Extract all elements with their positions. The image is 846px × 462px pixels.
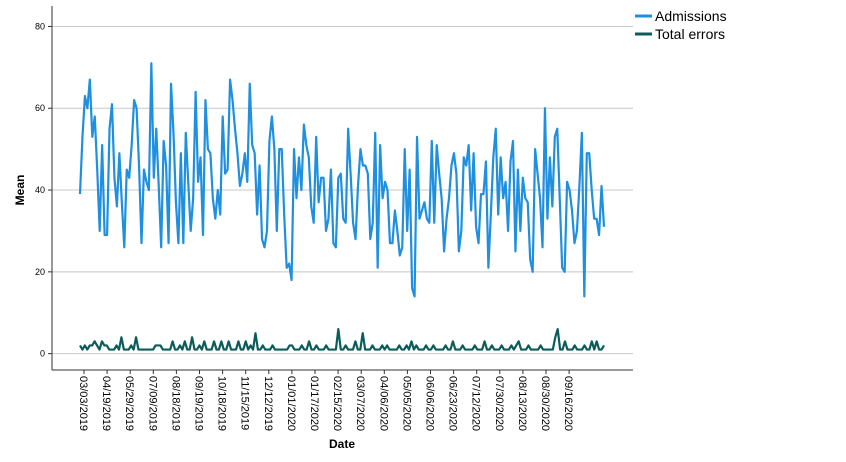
x-tick-label: 09/16/2020	[562, 376, 574, 431]
x-tick-label: 07/30/2020	[493, 376, 505, 431]
y-tick-label: 80	[35, 21, 45, 31]
x-tick-label: 12/12/2019	[262, 376, 274, 431]
x-tick-label: 05/05/2020	[400, 376, 412, 431]
x-axis-title: Date	[329, 437, 355, 451]
series-line-total-errors	[79, 328, 605, 351]
line-chart: 0 20 40 60 80 03/03/2019 04/19/2019 05/29/2019…	[13, 6, 727, 451]
y-tick-label: 60	[35, 103, 45, 113]
series-lines	[78, 62, 606, 351]
legend-label: Total errors	[655, 26, 725, 42]
x-tick-label: 10/18/2019	[216, 376, 228, 431]
x-tick-label: 08/13/2020	[516, 376, 528, 431]
y-tick-label: 0	[40, 349, 45, 359]
x-tick-label: 09/19/2019	[193, 376, 205, 431]
x-tick-label: 11/15/2019	[239, 376, 251, 430]
x-tick-label: 01/17/2020	[308, 376, 320, 431]
x-tick-label: 03/07/2020	[354, 376, 366, 431]
x-tick-label: 04/06/2020	[377, 376, 389, 431]
x-tick-label: 08/30/2020	[539, 376, 551, 431]
x-tick-label: 06/06/2020	[424, 376, 436, 431]
x-tick-label: 06/23/2020	[447, 376, 459, 431]
y-axis-title: Mean	[13, 175, 27, 206]
x-tick-label: 07/12/2020	[470, 376, 482, 431]
x-tick-label: 04/19/2019	[100, 376, 112, 431]
x-tick-label: 02/15/2020	[331, 376, 343, 431]
x-tick-label: 08/18/2019	[169, 376, 181, 431]
y-tick-labels: 0 20 40 60 80	[35, 21, 52, 359]
x-tick-label: 01/01/2020	[285, 376, 297, 431]
y-tick-label: 40	[35, 185, 45, 195]
legend: Admissions Total errors	[635, 8, 727, 42]
legend-label: Admissions	[655, 8, 727, 24]
x-tick-label: 07/09/2019	[146, 376, 158, 431]
x-tick-label: 05/29/2019	[123, 376, 135, 431]
x-tick-label: 03/03/2019	[77, 376, 89, 431]
x-tick-labels: 03/03/2019 04/19/2019 05/29/2019 07/09/2019…	[77, 370, 574, 431]
y-tick-label: 20	[35, 267, 45, 277]
series-line-admissions	[78, 62, 606, 298]
